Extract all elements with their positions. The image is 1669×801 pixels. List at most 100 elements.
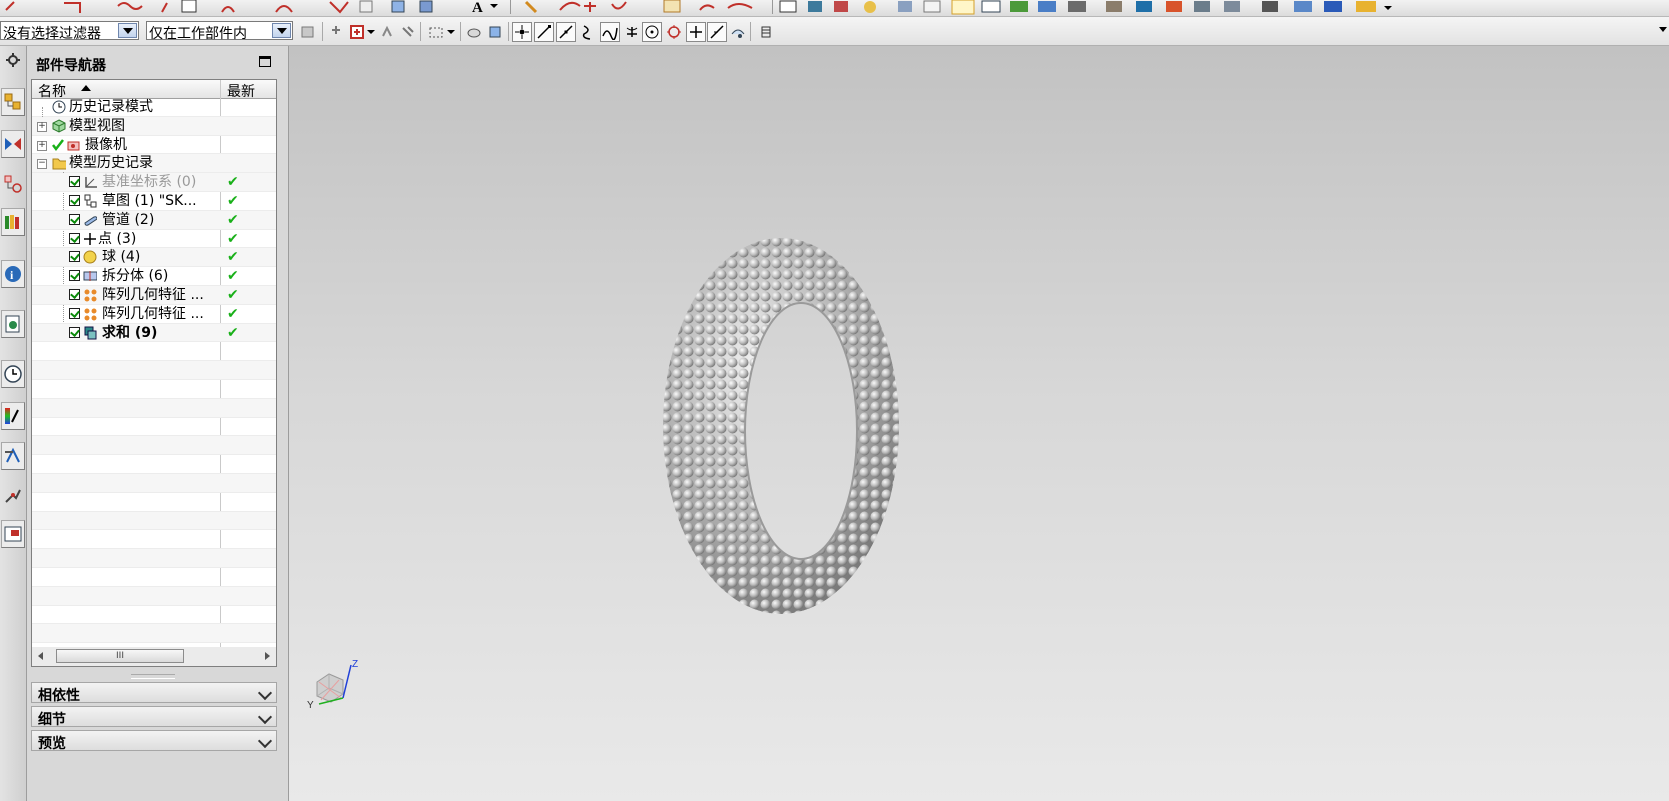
selection-scope-dropdown[interactable]: 仅在工作部件内 [146, 21, 293, 42]
feature-checkbox[interactable] [69, 232, 80, 244]
tree-row-feature[interactable]: 基准坐标系 (0) ✔ [32, 173, 276, 192]
tree-row-history-mode[interactable]: 历史记录模式 [32, 98, 276, 117]
scroll-right-icon[interactable] [265, 652, 270, 660]
tube-icon [84, 216, 97, 226]
chevron-down-icon[interactable] [1659, 27, 1667, 32]
pattern-geometry-icon [84, 289, 97, 302]
scroll-thumb[interactable]: III [56, 649, 184, 663]
web-browser-icon[interactable]: i [1, 260, 25, 288]
quadrant-point-icon[interactable] [664, 22, 684, 42]
toolbar-separator [460, 22, 461, 41]
existing-point-icon[interactable] [686, 22, 706, 42]
axis-z-label: Z [352, 659, 358, 670]
tree-row-model-history[interactable]: − 模型历史记录 [32, 154, 276, 174]
feature-checkbox[interactable] [69, 270, 80, 282]
navigator-tree[interactable]: 名称 最新 历史记录模式 + 模型视图 + 摄像机 − 模型历史记录 基准坐标系… [31, 79, 277, 667]
sort-ascending-icon[interactable] [81, 85, 91, 91]
chevron-down-icon[interactable] [366, 22, 376, 42]
collapse-icon[interactable]: − [37, 159, 47, 170]
selection-toolbar: 没有选择过滤器 仅在工作部件内 [0, 17, 1669, 46]
snap-settings-icon[interactable] [756, 22, 776, 42]
clock-icon[interactable] [1, 360, 25, 388]
feature-label: 阵列几何特征 ... [102, 287, 204, 303]
tree-row-feature[interactable]: 球 (4) ✔ [32, 248, 276, 268]
solid-body-icon[interactable] [485, 22, 505, 42]
chevron-down-icon[interactable] [257, 685, 273, 701]
maximize-icon[interactable] [259, 56, 271, 67]
panel-title: 细节 [38, 712, 66, 728]
settings-icon[interactable] [1, 46, 25, 74]
up-to-date-check: ✔ [227, 193, 239, 209]
details-panel[interactable]: 细节 [31, 706, 277, 728]
part-navigator: 部件导航器 名称 最新 历史记录模式 + 模型视图 + 摄像机 − 模型历史记录… [27, 46, 287, 801]
feature-checkbox[interactable] [69, 251, 80, 263]
control-point-icon[interactable] [578, 22, 598, 42]
toolbar-icon-strip[interactable]: A [0, 0, 1669, 16]
scroll-left-icon[interactable] [38, 652, 43, 660]
feature-checkbox[interactable] [69, 195, 80, 206]
feature-checkbox[interactable] [69, 289, 80, 300]
feature-checkbox[interactable] [69, 326, 80, 338]
assembly-navigator-icon[interactable] [1, 88, 25, 116]
chevron-down-icon[interactable] [257, 709, 273, 725]
expand-icon[interactable]: + [37, 140, 47, 151]
reuse-library-icon[interactable] [1, 208, 25, 236]
tree-row-feature[interactable]: 阵列几何特征 ... ✔ [32, 286, 276, 305]
feature-checkbox[interactable] [69, 213, 80, 225]
torus-model[interactable] [661, 236, 911, 626]
horizontal-scrollbar[interactable]: III [31, 647, 277, 667]
select-features-icon[interactable] [378, 22, 398, 42]
object-select-icon[interactable] [348, 22, 368, 42]
point-on-surface-icon[interactable] [728, 22, 748, 42]
palette-icon[interactable] [1, 402, 25, 430]
chevron-down-icon[interactable] [446, 22, 456, 42]
show-hide-icon[interactable] [464, 22, 484, 42]
empty-row [32, 342, 276, 362]
dropdown-arrow-icon[interactable] [118, 23, 137, 38]
preview-panel[interactable]: 预览 [31, 730, 277, 752]
mid-point-icon[interactable] [556, 22, 576, 42]
tree-row-feature[interactable]: 拆分体 (6) ✔ [32, 267, 276, 286]
constraint-navigator-icon[interactable] [1, 130, 25, 158]
arc-center-icon[interactable] [642, 22, 662, 42]
panel-splitter[interactable] [131, 674, 175, 679]
system-scenes-icon[interactable] [1, 520, 25, 548]
tree-row-feature[interactable]: 求和 (9) ✔ [32, 323, 276, 343]
type-filter-dropdown[interactable]: 没有选择过滤器 [0, 21, 139, 42]
feature-checkbox[interactable] [69, 307, 80, 319]
feature-select-icon[interactable] [328, 22, 348, 42]
tree-row-feature[interactable]: 阵列几何特征 ... ✔ [32, 305, 276, 324]
select-body-icon[interactable] [398, 22, 418, 42]
up-to-date-check: ✔ [227, 211, 239, 228]
feature-label: 求和 (9) [102, 324, 158, 341]
feature-checkbox[interactable] [69, 176, 80, 188]
tree-row-feature[interactable]: 管道 (2) ✔ [32, 210, 276, 230]
chevron-down-icon[interactable] [257, 733, 273, 749]
type-filter-value: 没有选择过滤器 [3, 26, 101, 42]
perpendicular-icon[interactable] [622, 22, 642, 42]
general-selection-icon[interactable] [298, 22, 318, 42]
tree-row-model-views[interactable]: + 模型视图 [32, 116, 276, 136]
dependencies-panel[interactable]: 相依性 [31, 682, 277, 704]
graphics-window[interactable]: Z Y [288, 46, 1669, 801]
expand-icon[interactable]: + [37, 121, 47, 132]
dropdown-arrow-icon[interactable] [272, 23, 291, 38]
empty-row [32, 606, 276, 625]
rectangle-select-icon[interactable] [426, 22, 446, 42]
process-studio-icon[interactable] [1, 442, 25, 470]
split-body-icon [83, 271, 97, 282]
up-to-date-check: ✔ [227, 305, 239, 322]
tree-label: 历史记录模式 [69, 99, 153, 115]
history-icon[interactable] [1, 310, 25, 338]
role-manager-icon[interactable] [1, 482, 25, 510]
empty-row [32, 511, 276, 531]
tree-row-cameras[interactable]: + 摄像机 [32, 136, 276, 155]
intersection-point-icon[interactable] [600, 22, 620, 42]
tree-row-feature[interactable]: 点 (3) ✔ [32, 230, 276, 249]
end-point-icon[interactable] [534, 22, 554, 42]
snap-point-icon[interactable] [512, 22, 532, 42]
empty-row [32, 493, 276, 512]
point-on-curve-icon[interactable] [707, 22, 727, 42]
part-navigator-icon[interactable] [1, 170, 25, 198]
tree-row-feature[interactable]: 草图 (1) "SK... ✔ [32, 192, 276, 211]
